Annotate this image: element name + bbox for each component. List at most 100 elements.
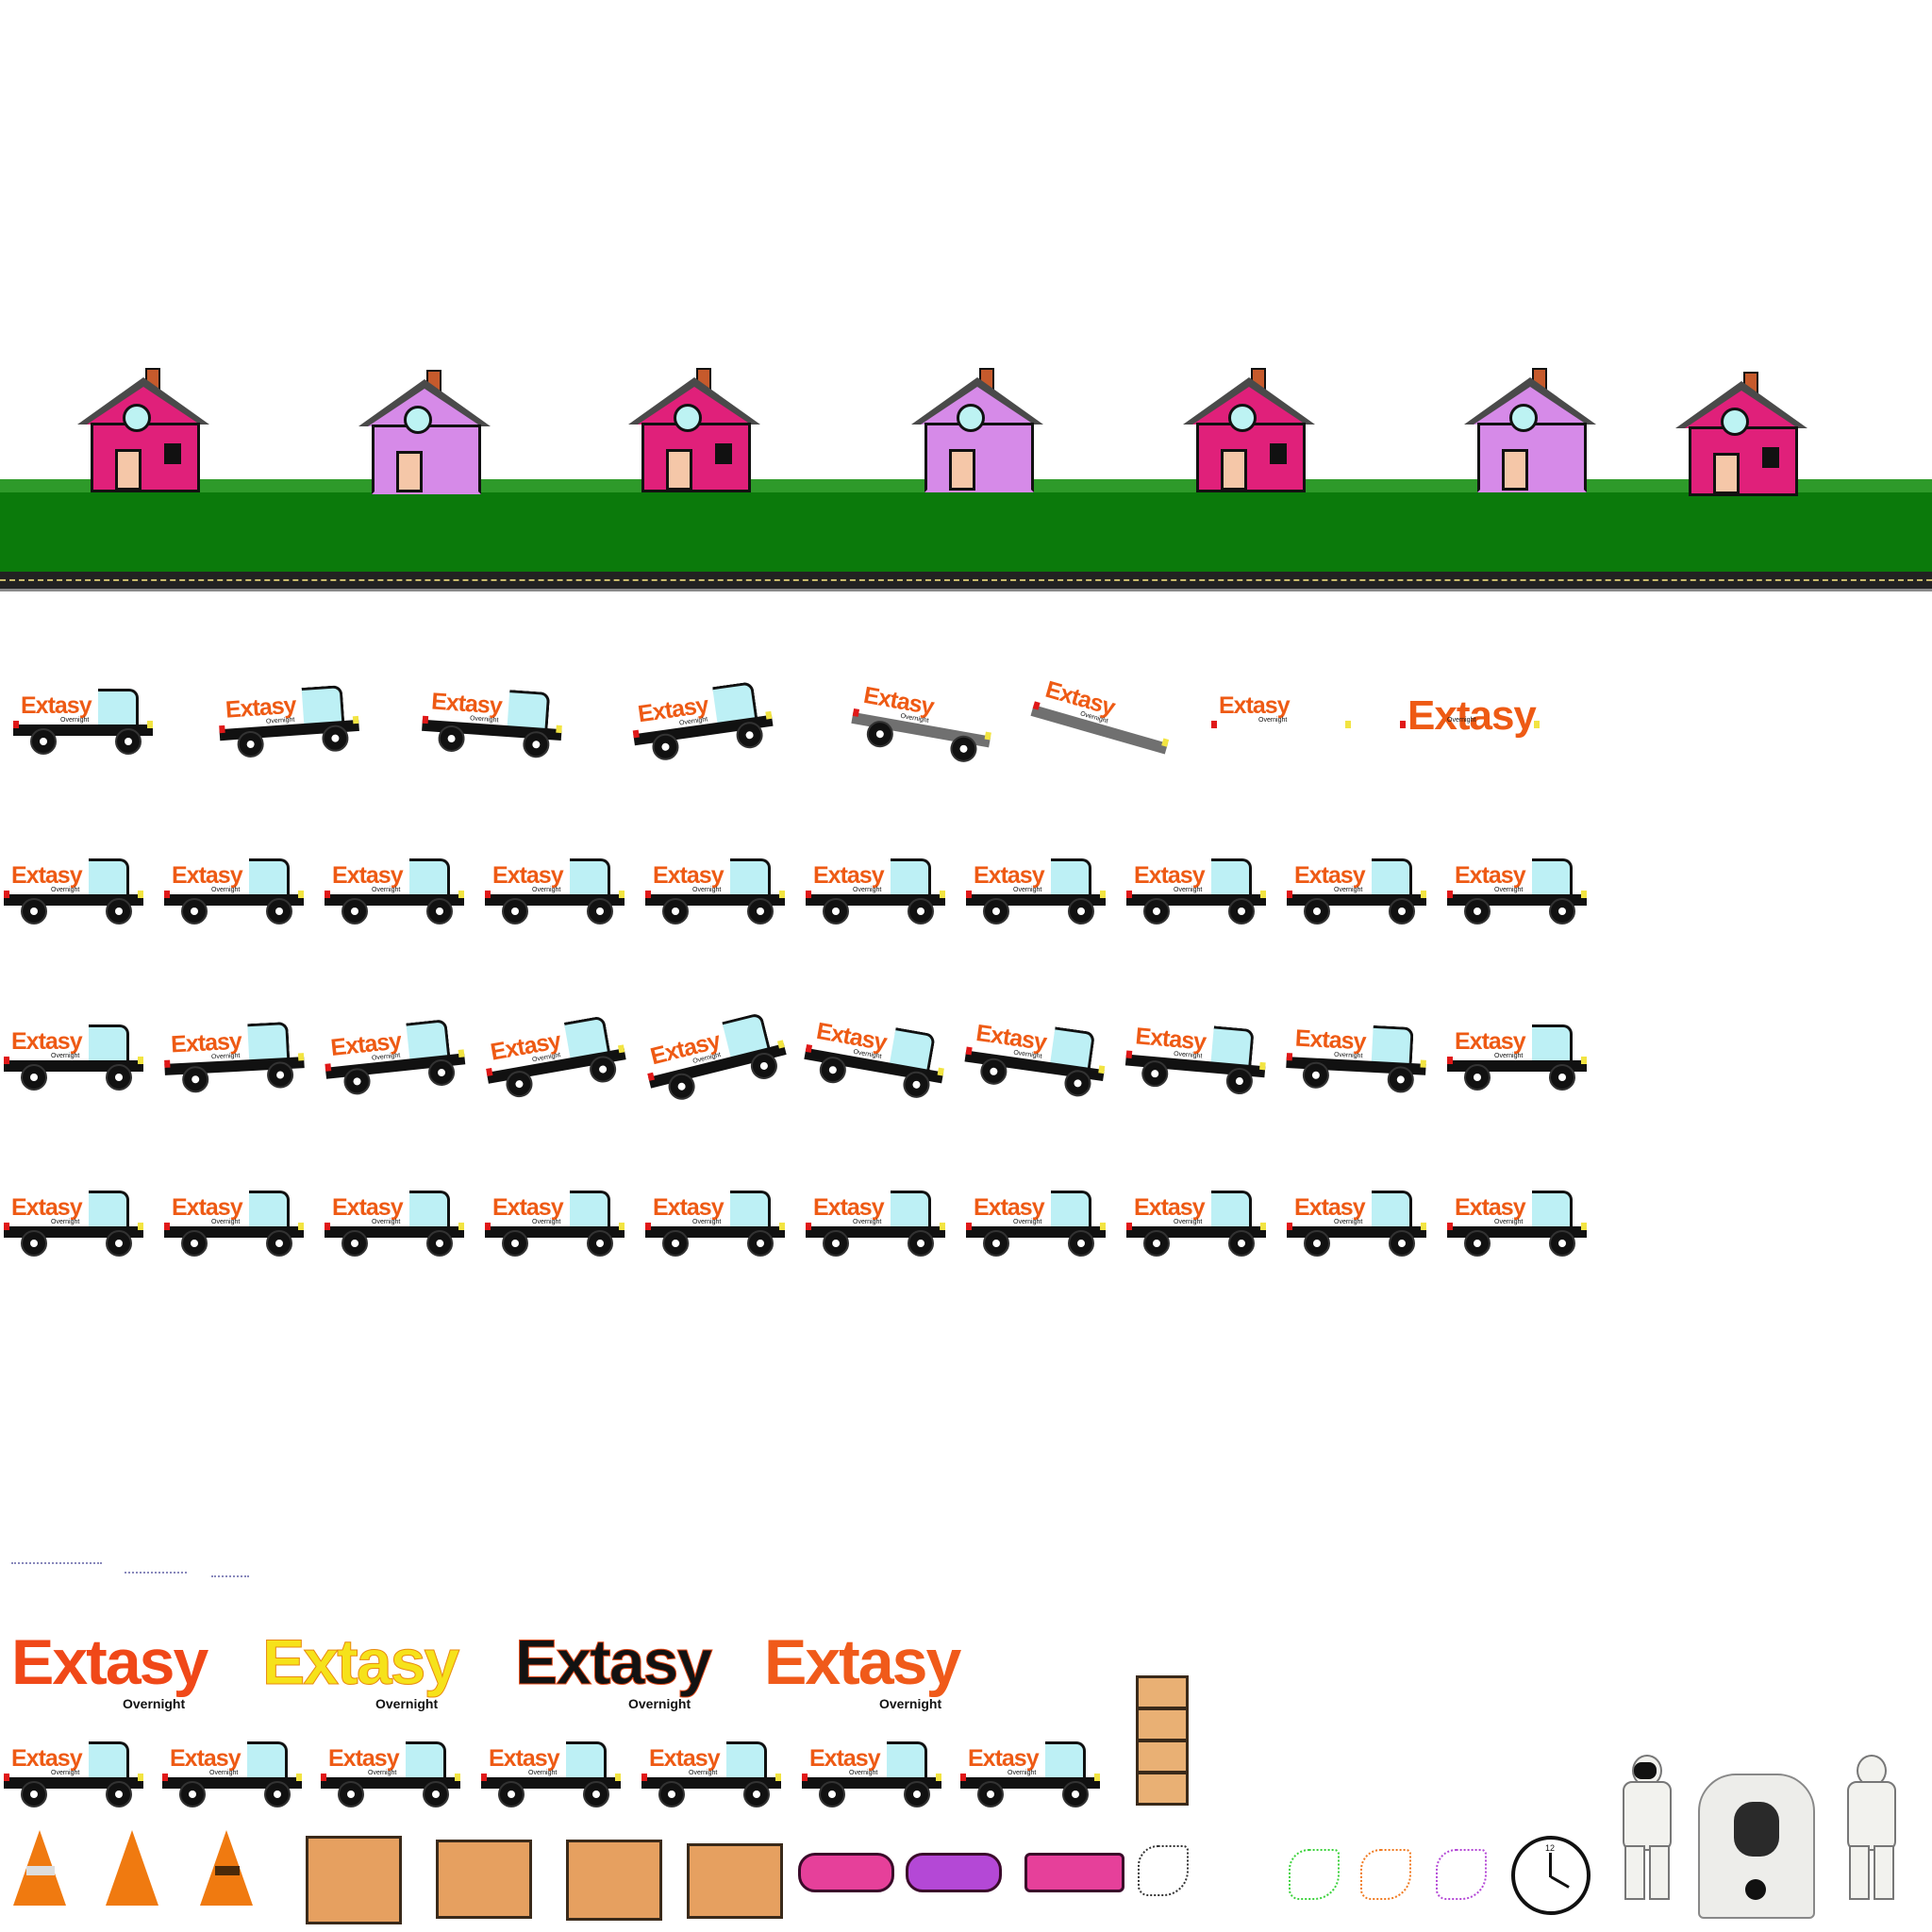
- truck-logo: Extasy: [492, 1194, 564, 1221]
- wheel-icon: [266, 1230, 292, 1257]
- truck-logo-sub: Overnight: [1013, 1219, 1042, 1225]
- truck-icon: Extasy Overnight: [13, 683, 155, 758]
- truck-icon: Extasy Overnight: [1126, 1185, 1268, 1260]
- truck-icon: Extasy Overnight: [4, 1019, 145, 1094]
- truck-logo-sub: Overnight: [1334, 887, 1363, 893]
- wheel-icon: [1304, 898, 1330, 924]
- truck-logo: Extasy: [1134, 1023, 1208, 1056]
- wheel-icon: [423, 1781, 449, 1807]
- truck-icon: Extasy Overnight: [1287, 1185, 1428, 1260]
- truck-logo: Extasy: [974, 862, 1045, 889]
- wheel-icon: [1068, 898, 1094, 924]
- bandage-icon: [798, 1853, 894, 1892]
- truck-logo: Extasy: [1294, 1024, 1367, 1056]
- logo-text: Extasy: [11, 1626, 208, 1698]
- wheel-icon: [1464, 898, 1491, 924]
- truck-logo-sub: Overnight: [51, 887, 80, 893]
- truck-logo: Extasy: [1455, 862, 1526, 889]
- truck-logo-sub: Overnight: [1013, 887, 1042, 893]
- truck-icon: Extasy Overnight: [806, 1185, 947, 1260]
- open-box-icon: [566, 1840, 662, 1921]
- truck-logo-sub: Overnight: [368, 1770, 397, 1776]
- house-icon: [77, 366, 209, 492]
- truck-icon: Extasy Overnight: [802, 1736, 943, 1811]
- truck-icon: Extasy Overnight: [966, 853, 1108, 928]
- truck-icon: Extasy Overnight: [645, 853, 787, 928]
- truck-logo: Extasy: [1294, 862, 1366, 889]
- truck-logo-sub: Overnight: [1258, 717, 1288, 724]
- truck-icon: Extasy Overnight: [485, 1185, 626, 1260]
- truck-icon: Extasy Overnight: [420, 678, 566, 763]
- truck-icon: Extasy Overnight: [479, 1008, 632, 1107]
- wheel-icon: [115, 728, 142, 755]
- truck-logo: Extasy: [172, 862, 243, 889]
- truck-icon: Extasy Overnight: [4, 1185, 145, 1260]
- wheel-icon: [106, 1781, 132, 1807]
- truck-logo: Extasy: [974, 1194, 1045, 1221]
- wheel-icon: [498, 1781, 525, 1807]
- truck-icon: Extasy Overnight: [485, 853, 626, 928]
- truck-logo: Extasy: [974, 1019, 1048, 1057]
- wheel-icon: [179, 1781, 206, 1807]
- wheel-icon: [983, 1230, 1009, 1257]
- scribble-icon: [1360, 1849, 1411, 1900]
- gas-mask-icon: [1698, 1774, 1815, 1919]
- wheel-icon: [908, 1230, 934, 1257]
- truck-logo: Extasy: [1134, 1194, 1206, 1221]
- glitch-sprite: [11, 1562, 102, 1602]
- truck-icon: Extasy Overnight: [325, 853, 466, 928]
- wheel-icon: [106, 1230, 132, 1257]
- truck-icon: Extasy Overnight: [966, 1185, 1108, 1260]
- wheel-icon: [823, 1230, 849, 1257]
- wheel-icon: [341, 898, 368, 924]
- house-icon: [1464, 366, 1596, 492]
- truck-logo-sub: Overnight: [1494, 1219, 1524, 1225]
- truck-logo: Extasy: [332, 1194, 404, 1221]
- wheel-icon: [1464, 1230, 1491, 1257]
- truck-logo: Extasy: [11, 1745, 83, 1772]
- truck-icon: Extasy Overnight: [1400, 683, 1541, 758]
- clock-icon: 12: [1511, 1836, 1591, 1915]
- wheel-icon: [1387, 1065, 1415, 1094]
- wheel-icon: [181, 1230, 208, 1257]
- truck-logo-sub: Overnight: [692, 887, 722, 893]
- house-icon: [911, 366, 1043, 492]
- truck-icon: Extasy Overnight: [1447, 1019, 1589, 1094]
- wheel-icon: [106, 898, 132, 924]
- truck-logo: Extasy: [1407, 692, 1537, 739]
- truck-icon: Extasy Overnight: [800, 1008, 953, 1107]
- logo-subtext: Overnight: [123, 1696, 186, 1711]
- wheel-icon: [426, 1230, 453, 1257]
- logo-subtext: Overnight: [879, 1696, 942, 1711]
- wheel-icon: [1068, 1230, 1094, 1257]
- wheel-icon: [502, 898, 528, 924]
- logo-yellow: Extasy: [261, 1630, 459, 1695]
- house-icon: [1675, 370, 1807, 496]
- truck-logo-sub: Overnight: [211, 887, 241, 893]
- wheel-icon: [583, 1781, 609, 1807]
- wheel-icon: [747, 1230, 774, 1257]
- truck-icon: Extasy Overnight: [960, 1736, 1102, 1811]
- wheel-icon: [1389, 1230, 1415, 1257]
- truck-icon: Extasy Overnight: [847, 672, 1000, 771]
- truck-logo: Extasy: [492, 862, 564, 889]
- wheel-icon: [21, 1064, 47, 1091]
- wheel-icon: [662, 898, 689, 924]
- truck-logo-sub: Overnight: [372, 1219, 401, 1225]
- wheel-icon: [977, 1781, 1004, 1807]
- truck-logo: Extasy: [649, 1745, 721, 1772]
- traffic-cone-icon: [106, 1830, 158, 1906]
- wheel-icon: [502, 1230, 528, 1257]
- cardboard-box-icon: [687, 1843, 783, 1919]
- truck-logo: Extasy: [11, 1194, 83, 1221]
- truck-logo: Extasy: [813, 1194, 885, 1221]
- cardboard-box-icon: [306, 1836, 402, 1924]
- truck-logo: Extasy: [332, 862, 404, 889]
- wheel-icon: [904, 1781, 930, 1807]
- truck-icon: Extasy Overnight: [1211, 683, 1353, 758]
- wheel-icon: [1143, 1230, 1170, 1257]
- truck-logo-sub: Overnight: [853, 1219, 882, 1225]
- wheel-icon: [1062, 1781, 1089, 1807]
- glitch-sprite: [125, 1572, 187, 1596]
- grass-strip: [0, 479, 1932, 572]
